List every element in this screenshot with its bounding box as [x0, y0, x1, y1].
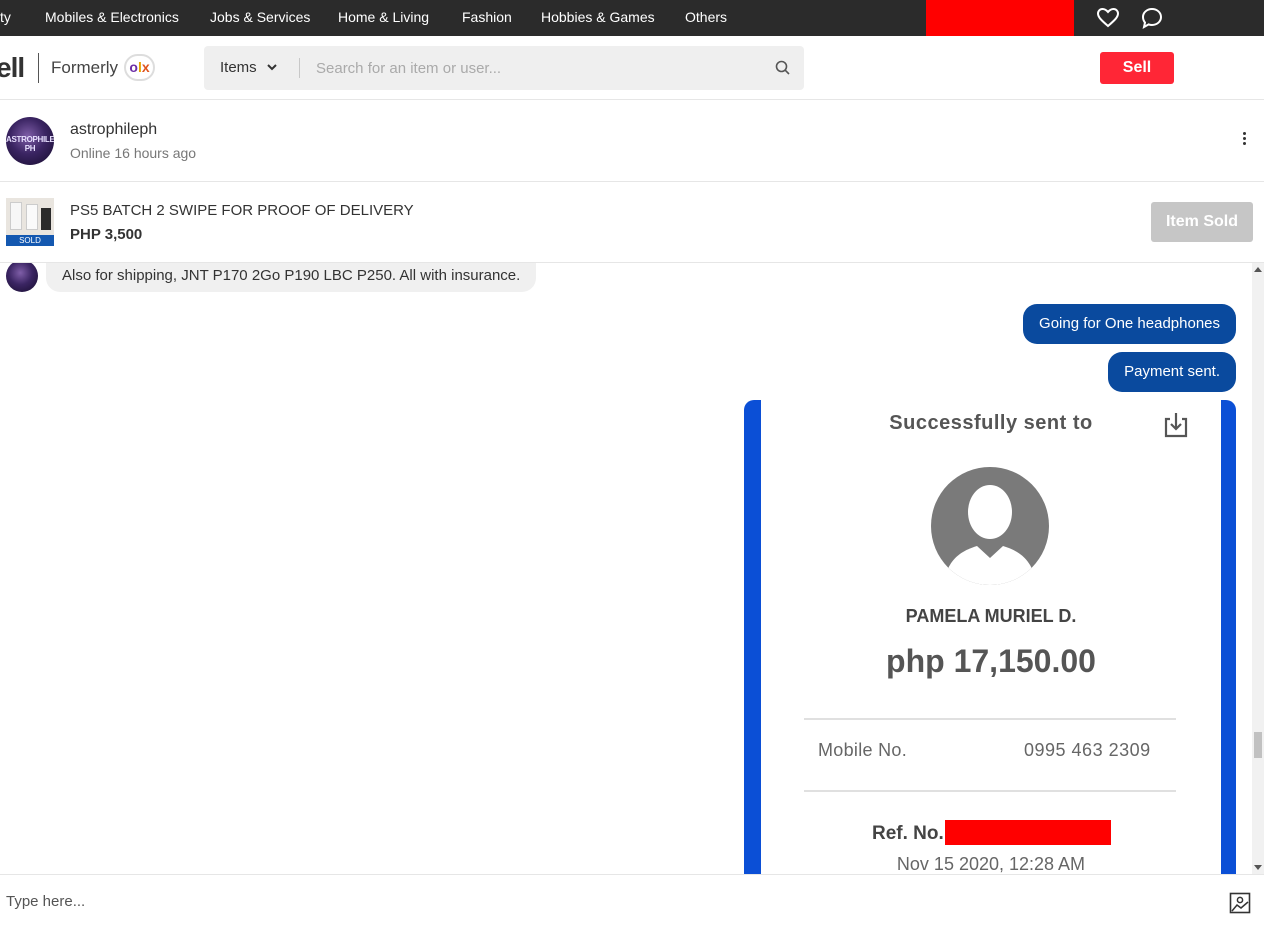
nav-category-property[interactable]: ty	[0, 9, 11, 25]
search-category-dropdown[interactable]: Items	[220, 59, 257, 76]
sold-badge: SOLD	[6, 235, 54, 246]
chat-bubble-icon[interactable]	[1140, 6, 1164, 30]
receipt-divider	[804, 718, 1176, 720]
nav-category-hobbies-games[interactable]: Hobbies & Games	[541, 9, 655, 25]
message-input[interactable]	[6, 889, 1206, 913]
item-sold-button: Item Sold	[1151, 202, 1253, 242]
item-summary: SOLD PS5 BATCH 2 SWIPE FOR PROOF OF DELI…	[0, 182, 1264, 263]
formerly-label: Formerly	[51, 58, 119, 77]
download-icon	[1161, 410, 1191, 445]
payment-receipt-image: Successfully sent to PAMELA MURIEL D. ph…	[761, 400, 1221, 874]
incoming-message: Also for shipping, JNT P170 2Go P190 LBC…	[46, 263, 537, 292]
mobile-label: Mobile No.	[818, 740, 908, 760]
item-price: PHP 3,500	[70, 226, 143, 243]
scroll-thumb[interactable]	[1254, 732, 1262, 758]
search-input[interactable]	[316, 56, 756, 80]
redacted-account-area	[926, 0, 1074, 36]
online-status: Online 16 hours ago	[70, 145, 197, 161]
receipt-divider	[804, 790, 1176, 792]
scroll-down-arrow[interactable]	[1254, 865, 1262, 870]
scroll-up-arrow[interactable]	[1254, 267, 1262, 272]
category-nav: ty Mobiles & Electronics Jobs & Services…	[0, 0, 1264, 36]
message-composer	[0, 874, 1264, 931]
search-bar: Items	[204, 46, 804, 90]
chevron-down-icon[interactable]	[266, 60, 278, 78]
item-thumbnail[interactable]: SOLD	[6, 198, 54, 246]
more-options-icon[interactable]	[1236, 130, 1252, 150]
payment-amount: php 17,150.00	[886, 643, 1096, 679]
avatar-text: ASTROPHILE PH	[6, 135, 54, 154]
site-header: ell Formerly olx Items Sell	[0, 36, 1264, 100]
search-separator	[299, 58, 300, 78]
transaction-date: Nov 15 2020, 12:28 AM	[896, 854, 1086, 874]
message-avatar	[6, 263, 38, 292]
nav-category-others[interactable]: Others	[685, 9, 727, 25]
logo-divider	[38, 53, 39, 83]
chat-username[interactable]: astrophileph	[70, 121, 157, 139]
recipient-name: PAMELA MURIEL D.	[905, 606, 1077, 626]
chat-messages[interactable]: Also for shipping, JNT P170 2Go P190 LBC…	[0, 263, 1264, 874]
redacted-reference-number	[945, 820, 1111, 845]
olx-logo: olx	[124, 54, 155, 81]
nav-category-home-living[interactable]: Home & Living	[338, 9, 429, 25]
site-logo[interactable]: ell	[0, 52, 25, 84]
chat-scrollbar[interactable]	[1252, 263, 1264, 874]
heart-icon[interactable]	[1096, 6, 1120, 30]
conversation-header: ASTROPHILE PH astrophileph Online 16 hou…	[0, 100, 1264, 182]
nav-category-fashion[interactable]: Fashion	[462, 9, 512, 25]
receipt-title: Successfully sent to	[889, 412, 1093, 434]
item-title[interactable]: PS5 BATCH 2 SWIPE FOR PROOF OF DELIVERY	[70, 202, 414, 219]
avatar[interactable]: ASTROPHILE PH	[6, 117, 54, 165]
outgoing-message: Payment sent.	[1108, 352, 1236, 392]
attach-image-icon[interactable]	[1229, 892, 1251, 919]
recipient-avatar-icon	[930, 466, 1050, 586]
search-icon[interactable]	[774, 59, 792, 82]
outgoing-message: Going for One headphones	[1023, 304, 1236, 344]
reference-label: Ref. No.	[872, 823, 944, 844]
nav-category-jobs-services[interactable]: Jobs & Services	[210, 9, 310, 25]
image-message[interactable]: Successfully sent to PAMELA MURIEL D. ph…	[744, 400, 1236, 874]
mobile-number: 0995 463 2309	[1024, 740, 1151, 760]
nav-category-mobiles-electronics[interactable]: Mobiles & Electronics	[45, 9, 179, 25]
sell-button[interactable]: Sell	[1100, 52, 1174, 84]
